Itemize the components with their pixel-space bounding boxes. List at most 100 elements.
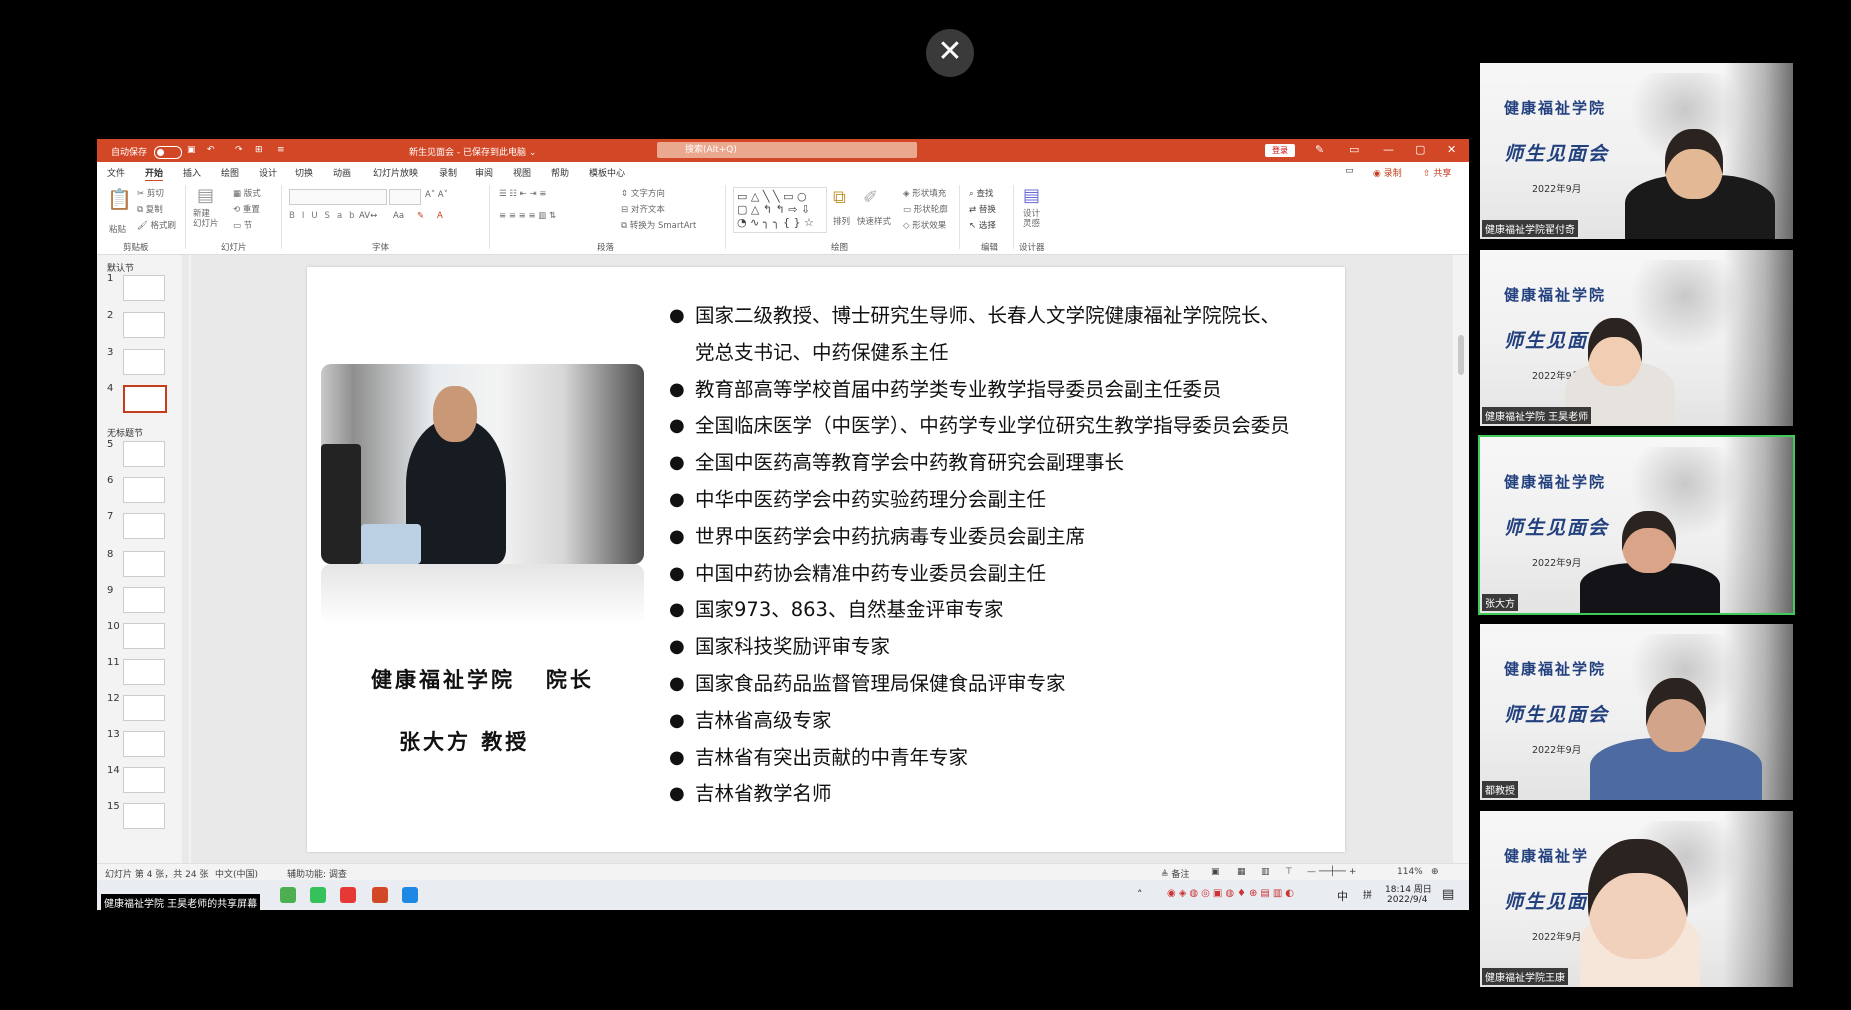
restore-icon[interactable]: ▢ [1415, 143, 1425, 156]
section-untitled-label[interactable]: 无标题节 [107, 426, 143, 439]
slide-thumbnail[interactable] [123, 551, 165, 577]
tab-template-center[interactable]: 模板中心 [589, 166, 625, 179]
normal-view-icon[interactable]: ▣ [1211, 867, 1220, 877]
slide-thumbnail[interactable] [123, 587, 165, 613]
text-direction-button[interactable]: ⇕ 文字方向 [621, 187, 665, 199]
tray-expand-icon[interactable]: ˄ [1137, 888, 1143, 901]
tray-icons[interactable]: ◉◈◍◎▣◍♦⊕▤▥◐ [1167, 888, 1297, 899]
paste-icon[interactable]: 📋 [107, 187, 132, 211]
minimize-icon[interactable]: — [1383, 143, 1394, 156]
slide-thumbnail[interactable] [123, 477, 165, 503]
wechat-icon[interactable] [310, 887, 326, 903]
accessibility-label[interactable]: 辅助功能: 调查 [287, 867, 347, 880]
section-button[interactable]: ▭ 节 [233, 219, 252, 231]
slide-thumbnail[interactable] [123, 767, 165, 793]
meeting-app-icon[interactable] [402, 887, 418, 903]
tab-review[interactable]: 审阅 [475, 166, 493, 179]
powerpoint-icon[interactable] [372, 887, 388, 903]
slide-thumbnail[interactable] [123, 513, 165, 539]
search-box[interactable]: 搜索(Alt+Q) [657, 142, 917, 158]
bullets-icon[interactable]: ☰ ☷ ⇤ ⇥ ≡ [499, 189, 546, 199]
font-size-select[interactable] [389, 189, 421, 205]
arrange-icon[interactable]: ⧉ [833, 187, 846, 208]
document-title[interactable]: 新生见面会 - 已保存到此电脑 ⌄ [409, 145, 536, 158]
format-painter-button[interactable]: 🖌 格式刷 [137, 219, 176, 231]
font-family-select[interactable] [289, 189, 387, 205]
smartart-button[interactable]: ⧉ 转换为 SmartArt [621, 219, 696, 231]
find-button[interactable]: ⌕ 查找 [969, 187, 993, 199]
participant-tile[interactable]: 健康福祉学院 师生见面会 2022年9月 都教授 [1480, 624, 1793, 800]
new-slide-icon[interactable]: ▤ [197, 185, 214, 206]
shape-outline-button[interactable]: ▭ 形状轮廓 [903, 203, 948, 215]
shape-fill-button[interactable]: ◈ 形状填充 [903, 187, 946, 199]
slide-thumbnail[interactable] [123, 623, 165, 649]
tab-home[interactable]: 开始 [145, 166, 164, 182]
sorter-view-icon[interactable]: ▦ [1237, 867, 1246, 877]
tab-draw[interactable]: 绘图 [221, 166, 239, 179]
thumbnails-scrollbar[interactable] [182, 255, 189, 863]
clock-time[interactable]: 18:14 周日 [1385, 882, 1432, 895]
slide-canvas[interactable]: 健康福祉学院 院长 张大方 教授 ● 国家二级教授、博士研究生导师、长春人文学院健… [307, 267, 1345, 852]
tab-insert[interactable]: 插入 [183, 166, 201, 179]
present-icon[interactable]: ⊞ [255, 145, 263, 155]
zoom-slider[interactable]: — ──┼── + [1307, 867, 1356, 877]
tab-design[interactable]: 设计 [259, 166, 277, 179]
slide-thumbnail[interactable] [123, 659, 165, 685]
slide-scrollbar[interactable] [1454, 255, 1468, 863]
tab-help[interactable]: 帮助 [551, 166, 569, 179]
tab-slideshow[interactable]: 幻灯片放映 [373, 166, 418, 179]
language-label[interactable]: 中文(中国) [215, 867, 258, 880]
slide-thumbnail[interactable] [123, 695, 165, 721]
close-share-button[interactable]: ✕ [926, 29, 974, 77]
select-button[interactable]: ↖ 选择 [969, 219, 996, 231]
login-button[interactable]: 登录 [1265, 144, 1295, 157]
reading-view-icon[interactable]: ▥ [1261, 867, 1270, 877]
layout-button[interactable]: ▦ 版式 [233, 187, 261, 199]
tab-file[interactable]: 文件 [107, 166, 125, 179]
record-button[interactable]: ◉ 录制 [1373, 166, 1402, 179]
new-slide-button[interactable]: 新建 幻灯片 [193, 209, 219, 229]
cut-button[interactable]: ✂ 剪切 [137, 187, 164, 199]
save-icon[interactable]: ▣ [187, 145, 196, 155]
comment-icon[interactable]: ▭ [1345, 166, 1354, 176]
align-icons[interactable]: ≡ ≡ ≡ ≡ ▥ ⇅ [499, 211, 556, 221]
shapes-gallery[interactable]: ▭ △ ╲ ╲ ▭ ○ ▢ △ ↰ ↰ ⇨ ⇩ ◔ ∿ ╮ ╮ { } ☆ [733, 187, 827, 233]
participant-tile[interactable]: 健康福祉学院 师生见面会 2022年9月 健康福祉学院 王昊老师 [1480, 250, 1793, 426]
reset-button[interactable]: ⟲ 重置 [233, 203, 260, 215]
change-case-icon[interactable]: Aa [393, 211, 404, 221]
char-spacing-icon[interactable]: AV↔ [359, 211, 377, 221]
window-close-icon[interactable]: ✕ [1447, 143, 1456, 156]
quick-styles-button[interactable]: 快速样式 [857, 215, 891, 227]
slide-thumbnail[interactable] [123, 731, 165, 757]
zoom-level[interactable]: 114% [1397, 867, 1423, 877]
ime-indicator[interactable]: 中 [1337, 888, 1348, 904]
netease-music-icon[interactable] [340, 887, 356, 903]
ribbon-display-icon[interactable]: ▭ [1349, 143, 1359, 156]
replace-button[interactable]: ⇄ 替换 [969, 203, 996, 215]
ime-mode[interactable]: 拼 [1363, 888, 1372, 901]
notes-button[interactable]: ≜ 备注 [1161, 867, 1189, 880]
slideshow-view-icon[interactable]: ⊤ [1285, 867, 1293, 877]
redo-icon[interactable]: ↷ [235, 145, 243, 155]
slide-scroll-thumb[interactable] [1458, 335, 1464, 375]
designer-button[interactable]: 设计 灵感 [1023, 209, 1040, 229]
participant-tile[interactable]: 健康福祉学 师生见面 2022年9月 健康福祉学院王康 [1480, 811, 1793, 987]
clock-date[interactable]: 2022/9/4 [1387, 895, 1427, 905]
designer-icon[interactable]: ▤ [1023, 185, 1040, 206]
tab-animations[interactable]: 动画 [333, 166, 351, 179]
tab-record[interactable]: 录制 [439, 166, 457, 179]
copy-button[interactable]: ⧉ 复制 [137, 203, 163, 215]
participant-tile[interactable]: 健康福祉学院 师生见面会 2022年9月 张大方 [1478, 435, 1795, 615]
slide-thumbnail[interactable] [123, 349, 165, 375]
fit-slide-icon[interactable]: ⊕ [1431, 867, 1439, 877]
undo-icon[interactable]: ↶ [207, 145, 215, 155]
browser-icon[interactable] [280, 887, 296, 903]
font-format-buttons[interactable]: BIUSab [289, 211, 362, 221]
highlight-icon[interactable]: ✎ [417, 211, 424, 221]
font-color-icon[interactable]: A [437, 211, 443, 221]
shape-effects-button[interactable]: ◇ 形状效果 [903, 219, 946, 231]
slide-thumbnail[interactable] [123, 803, 165, 829]
align-text-button[interactable]: ⊟ 对齐文本 [621, 203, 665, 215]
customize-icon[interactable]: ≡ [277, 145, 285, 155]
tab-transitions[interactable]: 切换 [295, 166, 313, 179]
